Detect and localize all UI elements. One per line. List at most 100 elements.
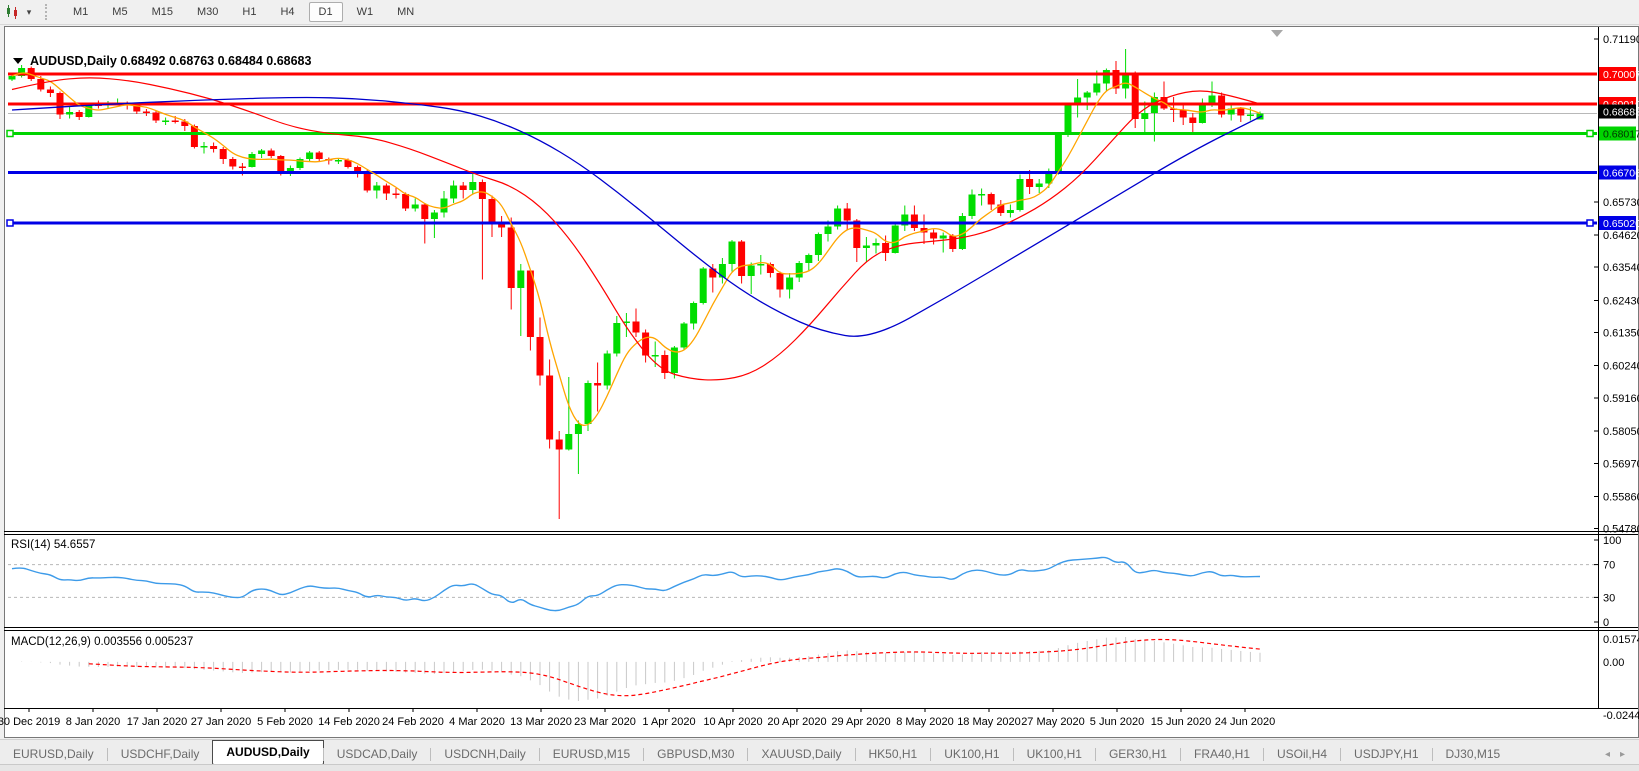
price-tick-label: 0.64620 <box>1603 230 1639 242</box>
candle <box>604 354 611 386</box>
candle <box>892 226 899 254</box>
timeframe-button-d1[interactable]: D1 <box>309 2 343 22</box>
rsi-scale-label: 100 <box>1603 535 1621 547</box>
candle <box>489 199 496 225</box>
toolbar-grip[interactable] <box>45 4 53 20</box>
price-tick-label: 0.65730 <box>1603 197 1639 209</box>
date-tick-label: 17 Jan 2020 <box>127 716 188 728</box>
chart-tab-gbpusd-m30[interactable]: GBPUSD,M30 <box>644 744 747 765</box>
chart-tab-audusd-daily[interactable]: AUDUSD,Daily <box>212 740 323 765</box>
timeframe-button-m1[interactable]: M1 <box>63 2 98 22</box>
chart-tab-usoil-h4[interactable]: USOil,H4 <box>1264 744 1340 765</box>
line-handle[interactable] <box>7 131 13 137</box>
chart-title: AUDUSD,Daily 0.68492 0.68763 0.68484 0.6… <box>30 54 311 68</box>
candle <box>1247 115 1254 117</box>
date-tick-label: 4 Mar 2020 <box>449 716 505 728</box>
date-tick-label: 5 Feb 2020 <box>257 716 313 728</box>
chart-tab-uk100-h1[interactable]: UK100,H1 <box>931 744 1012 765</box>
date-tick-label: 13 Mar 2020 <box>510 716 572 728</box>
candle <box>757 264 764 266</box>
timeframe-button-h1[interactable]: H1 <box>232 2 266 22</box>
date-tick-label: 27 May 2020 <box>1021 716 1085 728</box>
candle <box>76 112 83 117</box>
candle <box>825 227 832 235</box>
candle <box>335 160 342 162</box>
chart-window[interactable]: 100703000.0157410.00-0.0244120.711900.65… <box>0 24 1639 740</box>
candle <box>873 243 880 246</box>
candle <box>460 186 467 191</box>
candle <box>738 242 745 277</box>
chart-tab-hk50-h1[interactable]: HK50,H1 <box>856 744 931 765</box>
candle <box>393 194 400 196</box>
tab-scroll-right-icon[interactable]: ▸ <box>1620 749 1625 760</box>
candle <box>469 182 476 190</box>
rsi-scale-label: 30 <box>1603 592 1615 604</box>
candle <box>1093 84 1100 93</box>
timeframe-button-m5[interactable]: M5 <box>102 2 137 22</box>
line-handle[interactable] <box>1587 131 1593 137</box>
chart-tab-uk100-h1[interactable]: UK100,H1 <box>1014 744 1095 765</box>
chart-tab-dj30-m15[interactable]: DJ30,M15 <box>1433 744 1514 765</box>
candle <box>85 105 92 118</box>
candle <box>1036 184 1043 188</box>
timeframe-button-h4[interactable]: H4 <box>270 2 304 22</box>
candle <box>201 146 208 148</box>
timeframe-button-w1[interactable]: W1 <box>347 2 384 22</box>
chart-tab-eurusd-daily[interactable]: EURUSD,Daily <box>0 744 107 765</box>
candle <box>277 156 284 173</box>
date-tick-label: 29 Apr 2020 <box>831 716 890 728</box>
candle <box>1132 75 1139 120</box>
candle <box>1065 106 1072 136</box>
timeframe-button-m15[interactable]: M15 <box>142 2 183 22</box>
timeframe-button-mn[interactable]: MN <box>387 2 424 22</box>
candle <box>940 236 947 239</box>
candle <box>479 182 486 199</box>
chart-tab-eurusd-m15[interactable]: EURUSD,M15 <box>540 744 643 765</box>
candlestick-chart-icon[interactable] <box>3 2 23 22</box>
chart-tab-fra40-h1[interactable]: FRA40,H1 <box>1181 744 1263 765</box>
candle <box>431 213 438 220</box>
tab-scroll-left-icon[interactable]: ◂ <box>1605 749 1610 760</box>
candle <box>517 271 524 289</box>
candle <box>66 112 73 115</box>
top-toolbar: ▾ M1M5M15M30H1H4D1W1MN <box>0 0 1639 25</box>
candle <box>537 337 544 376</box>
candle <box>1026 179 1033 187</box>
candle <box>9 76 16 80</box>
timeframe-button-m30[interactable]: M30 <box>187 2 228 22</box>
chart-tab-usdcad-daily[interactable]: USDCAD,Daily <box>324 744 431 765</box>
candle <box>450 186 457 199</box>
date-tick-label: 24 Jun 2020 <box>1215 716 1276 728</box>
candle <box>930 233 937 239</box>
candle <box>162 121 169 123</box>
macd-max-label: 0.015741 <box>1603 634 1639 646</box>
candle <box>988 194 995 205</box>
candle <box>690 303 697 324</box>
candle <box>172 121 179 123</box>
candle <box>815 234 822 255</box>
rsi-label: RSI(14) 54.6557 <box>11 539 95 551</box>
candle <box>383 186 390 194</box>
candle <box>633 322 640 333</box>
chart-tab-ger30-h1[interactable]: GER30,H1 <box>1096 744 1180 765</box>
macd-min-label: -0.024412 <box>1603 710 1639 722</box>
chart-tab-bar: EURUSD,DailyUSDCHF,DailyAUDUSD,DailyUSDC… <box>0 739 1639 765</box>
candle <box>681 324 688 348</box>
chart-tab-usdjpy-h1[interactable]: USDJPY,H1 <box>1341 744 1431 765</box>
date-tick-label: 14 Feb 2020 <box>318 716 380 728</box>
chevron-down-icon[interactable]: ▾ <box>23 7 35 18</box>
line-handle[interactable] <box>1587 220 1593 226</box>
candle <box>1084 93 1091 98</box>
rsi-scale-label: 0 <box>1603 617 1609 629</box>
chart-tab-usdcnh-daily[interactable]: USDCNH,Daily <box>431 744 538 765</box>
candle <box>805 255 812 263</box>
line-handle[interactable] <box>7 220 13 226</box>
price-tick-label: 0.59160 <box>1603 393 1639 405</box>
candle <box>306 153 313 160</box>
candle <box>613 323 620 354</box>
chart-tab-usdchf-daily[interactable]: USDCHF,Daily <box>108 744 213 765</box>
candle <box>594 383 601 386</box>
chart-tab-xauusd-daily[interactable]: XAUUSD,Daily <box>748 744 854 765</box>
date-tick-label: 24 Feb 2020 <box>382 716 444 728</box>
price-tick-label: 0.55860 <box>1603 492 1639 504</box>
